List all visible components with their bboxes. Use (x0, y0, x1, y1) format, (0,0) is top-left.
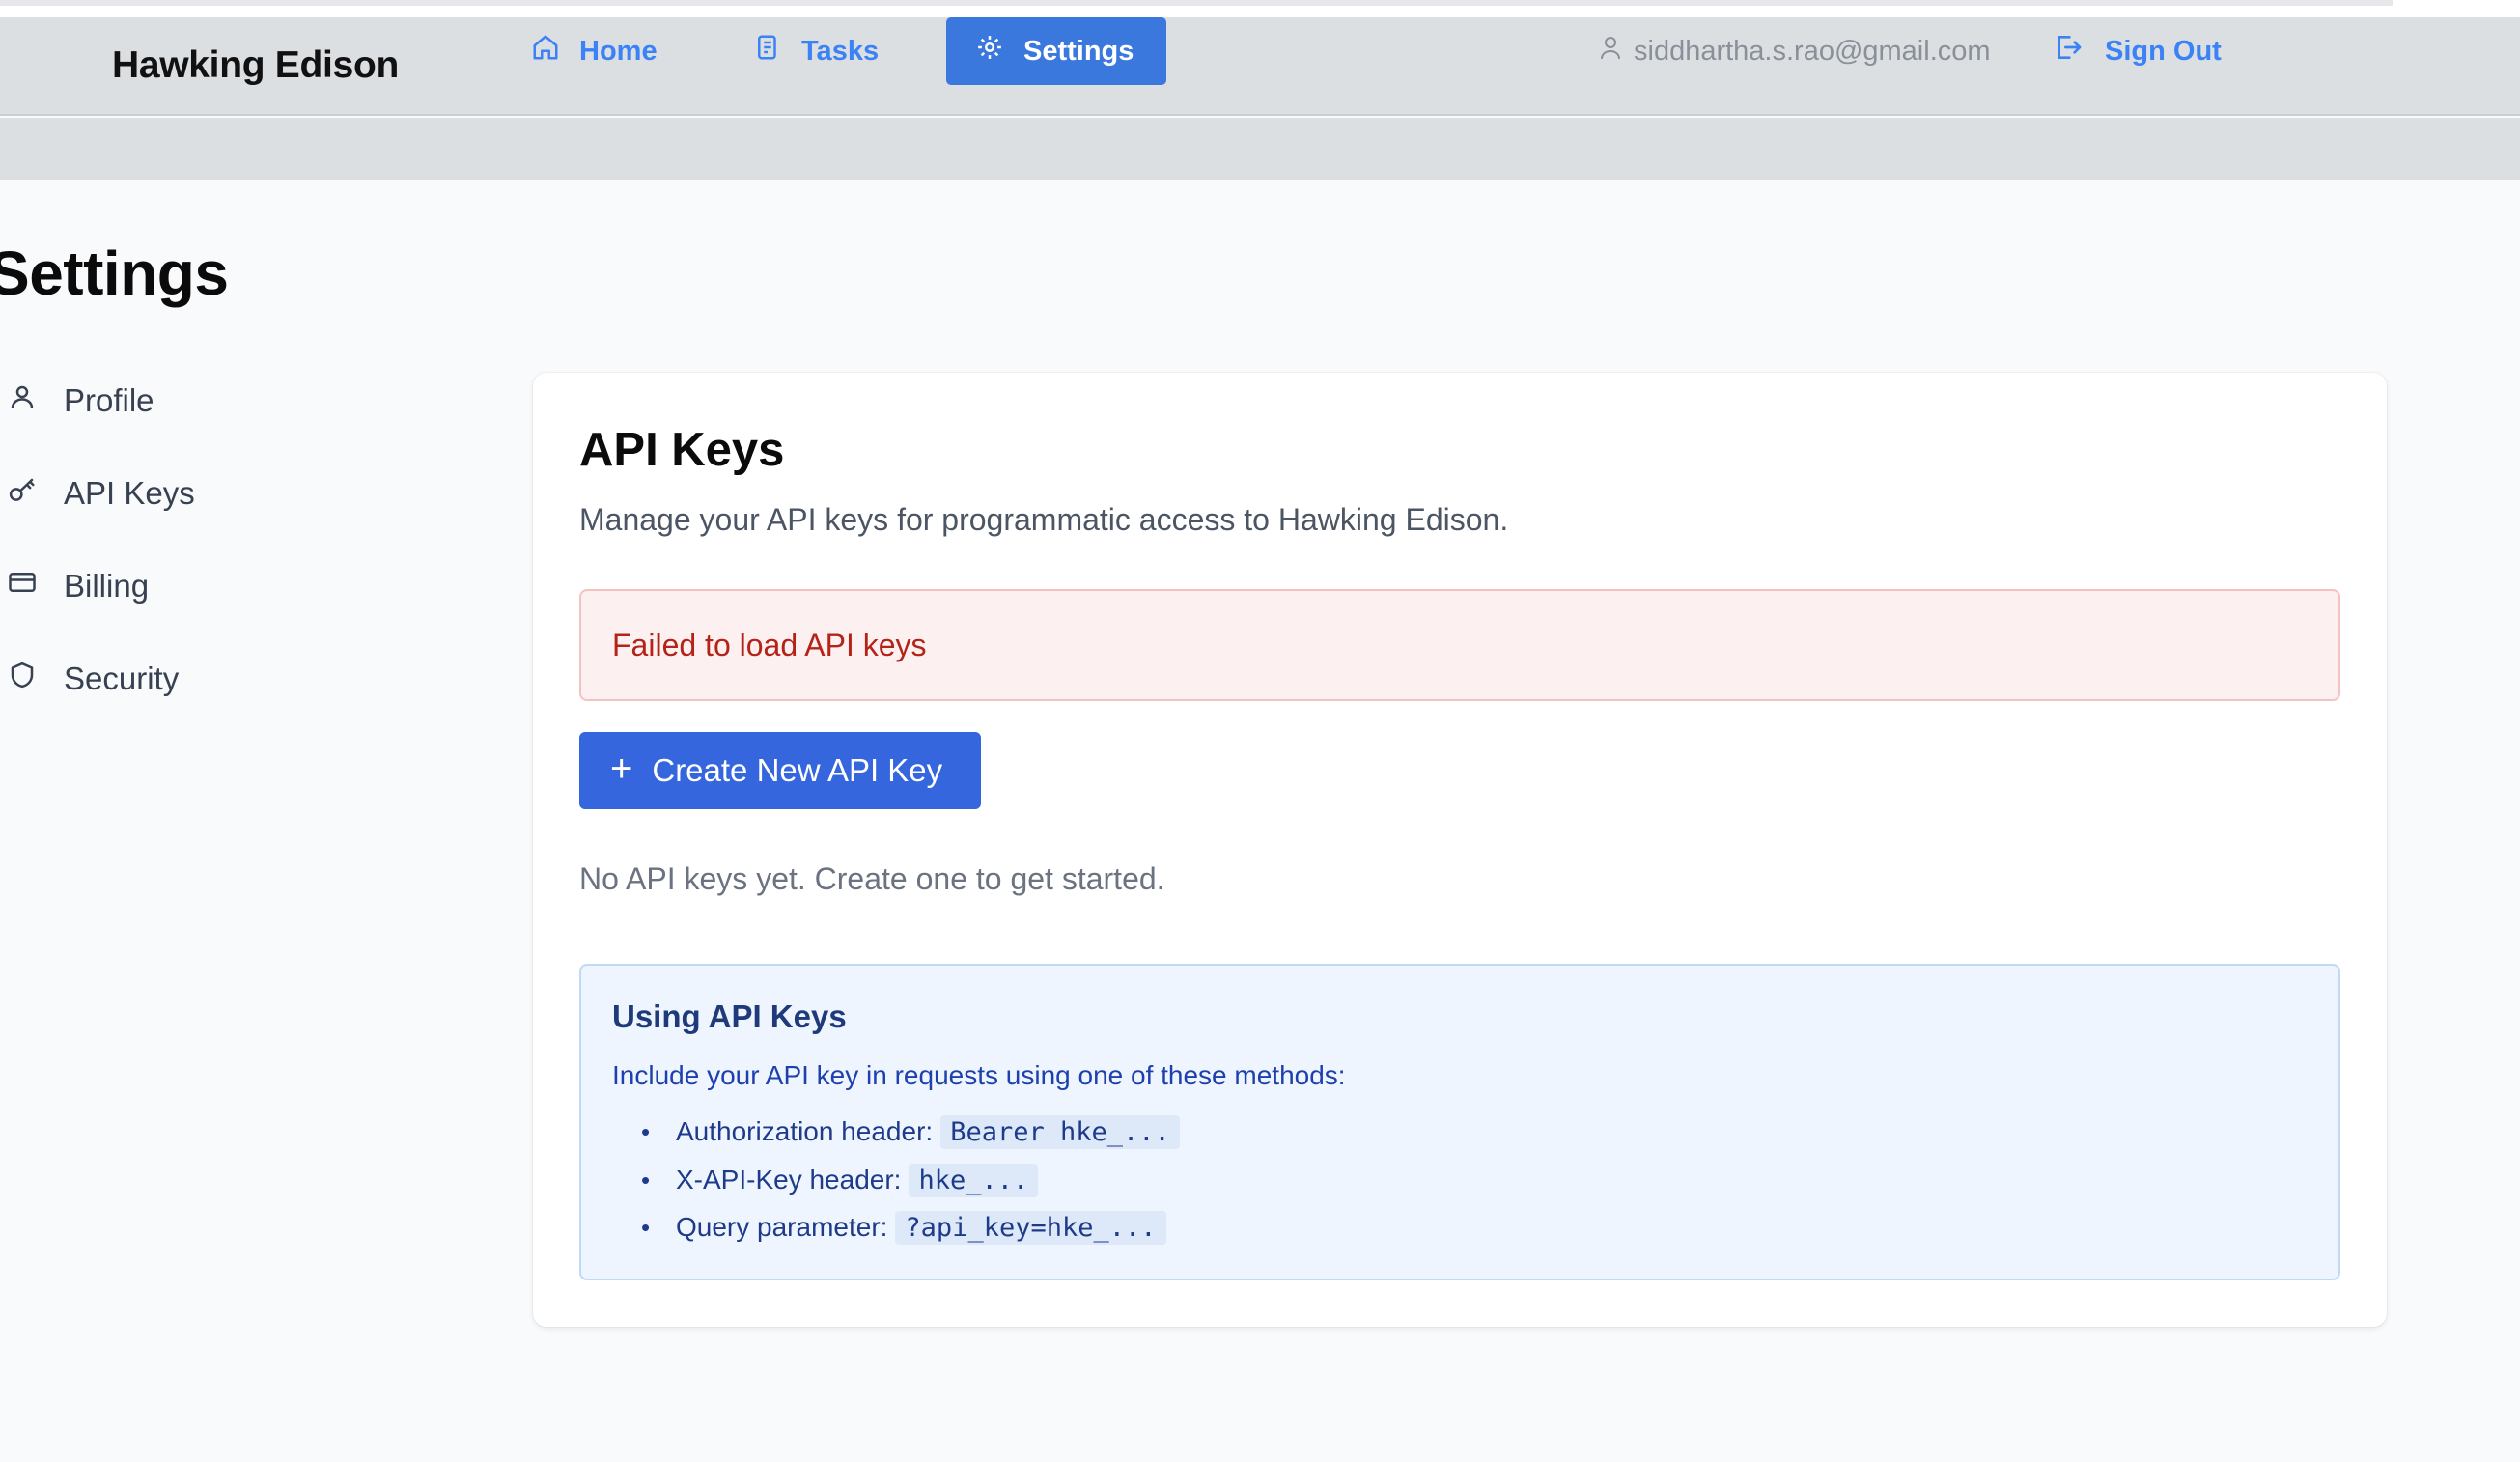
sidebar-item-billing[interactable]: Billing (8, 562, 413, 610)
nav-tasks-link[interactable]: Tasks (753, 17, 879, 85)
error-alert: Failed to load API keys (579, 589, 2340, 701)
method-code: hke_... (909, 1163, 1039, 1197)
user-email: siddhartha.s.rao@gmail.com (1634, 35, 1991, 67)
sidebar-item-api-keys[interactable]: API Keys (8, 469, 413, 518)
method-code: ?api_key=hke_... (895, 1210, 1166, 1245)
nav-settings-link[interactable]: Settings (946, 17, 1166, 85)
create-api-key-button[interactable]: + Create New API Key (579, 732, 981, 809)
user-icon (8, 382, 37, 419)
method-label: Authorization header: (676, 1116, 934, 1146)
top-navbar: Hawking Edison Home Tasks Settings siddh… (0, 17, 2520, 116)
error-message: Failed to load API keys (612, 627, 927, 662)
shield-icon (8, 661, 37, 697)
nav-home-link[interactable]: Home (531, 17, 658, 85)
page-title: Settings (0, 239, 229, 308)
plus-icon: + (610, 747, 633, 790)
usage-method-item: • Query parameter: ?api_key=hke_... (641, 1208, 1166, 1247)
page: Hawking Edison Home Tasks Settings siddh… (0, 0, 2520, 1462)
sidebar-item-label: API Keys (64, 475, 195, 511)
sign-out-label: Sign Out (2105, 35, 2222, 67)
bullet: • (641, 1116, 651, 1146)
method-label: Query parameter: (676, 1212, 888, 1242)
brand-title[interactable]: Hawking Edison (112, 44, 399, 87)
usage-intro: Include your API key in requests using o… (612, 1060, 1346, 1090)
sign-out-button[interactable]: Sign Out (2053, 17, 2222, 85)
credit-card-icon (8, 568, 37, 604)
nav-tasks-label: Tasks (801, 35, 880, 67)
sidebar-item-profile[interactable]: Profile (8, 377, 413, 425)
method-label: X-API-Key header: (676, 1165, 902, 1195)
usage-info-box: Using API Keys Include your API key in r… (579, 964, 2340, 1280)
log-out-icon (2053, 32, 2084, 70)
empty-state-text: No API keys yet. Create one to get start… (579, 861, 1165, 896)
user-icon (1599, 35, 1622, 68)
usage-method-item: • Authorization header: Bearer hke_... (641, 1112, 1180, 1151)
create-api-key-label: Create New API Key (652, 752, 943, 788)
nav-home-label: Home (579, 35, 658, 67)
section-description: Manage your API keys for programmatic ac… (579, 502, 1509, 537)
section-title: API Keys (579, 424, 785, 476)
top-strip (0, 0, 2520, 17)
sidebar-item-label: Profile (64, 382, 154, 418)
key-icon (8, 475, 37, 512)
user-account: siddhartha.s.rao@gmail.com (1599, 17, 1991, 85)
sub-header-bar (0, 118, 2520, 180)
clipboard-icon (753, 33, 782, 70)
home-icon (531, 33, 560, 70)
method-code: Bearer hke_... (940, 1114, 1180, 1149)
bullet: • (641, 1165, 651, 1195)
sidebar-item-label: Security (64, 661, 180, 696)
sidebar-item-security[interactable]: Security (8, 655, 413, 703)
gear-icon (975, 33, 1004, 70)
usage-title: Using API Keys (612, 998, 847, 1034)
nav-settings-label: Settings (1023, 35, 1134, 67)
sidebar-item-label: Billing (64, 568, 150, 604)
usage-method-item: • X-API-Key header: hke_... (641, 1161, 1039, 1199)
api-keys-card: API Keys Manage your API keys for progra… (533, 373, 2387, 1327)
bullet: • (641, 1212, 651, 1242)
